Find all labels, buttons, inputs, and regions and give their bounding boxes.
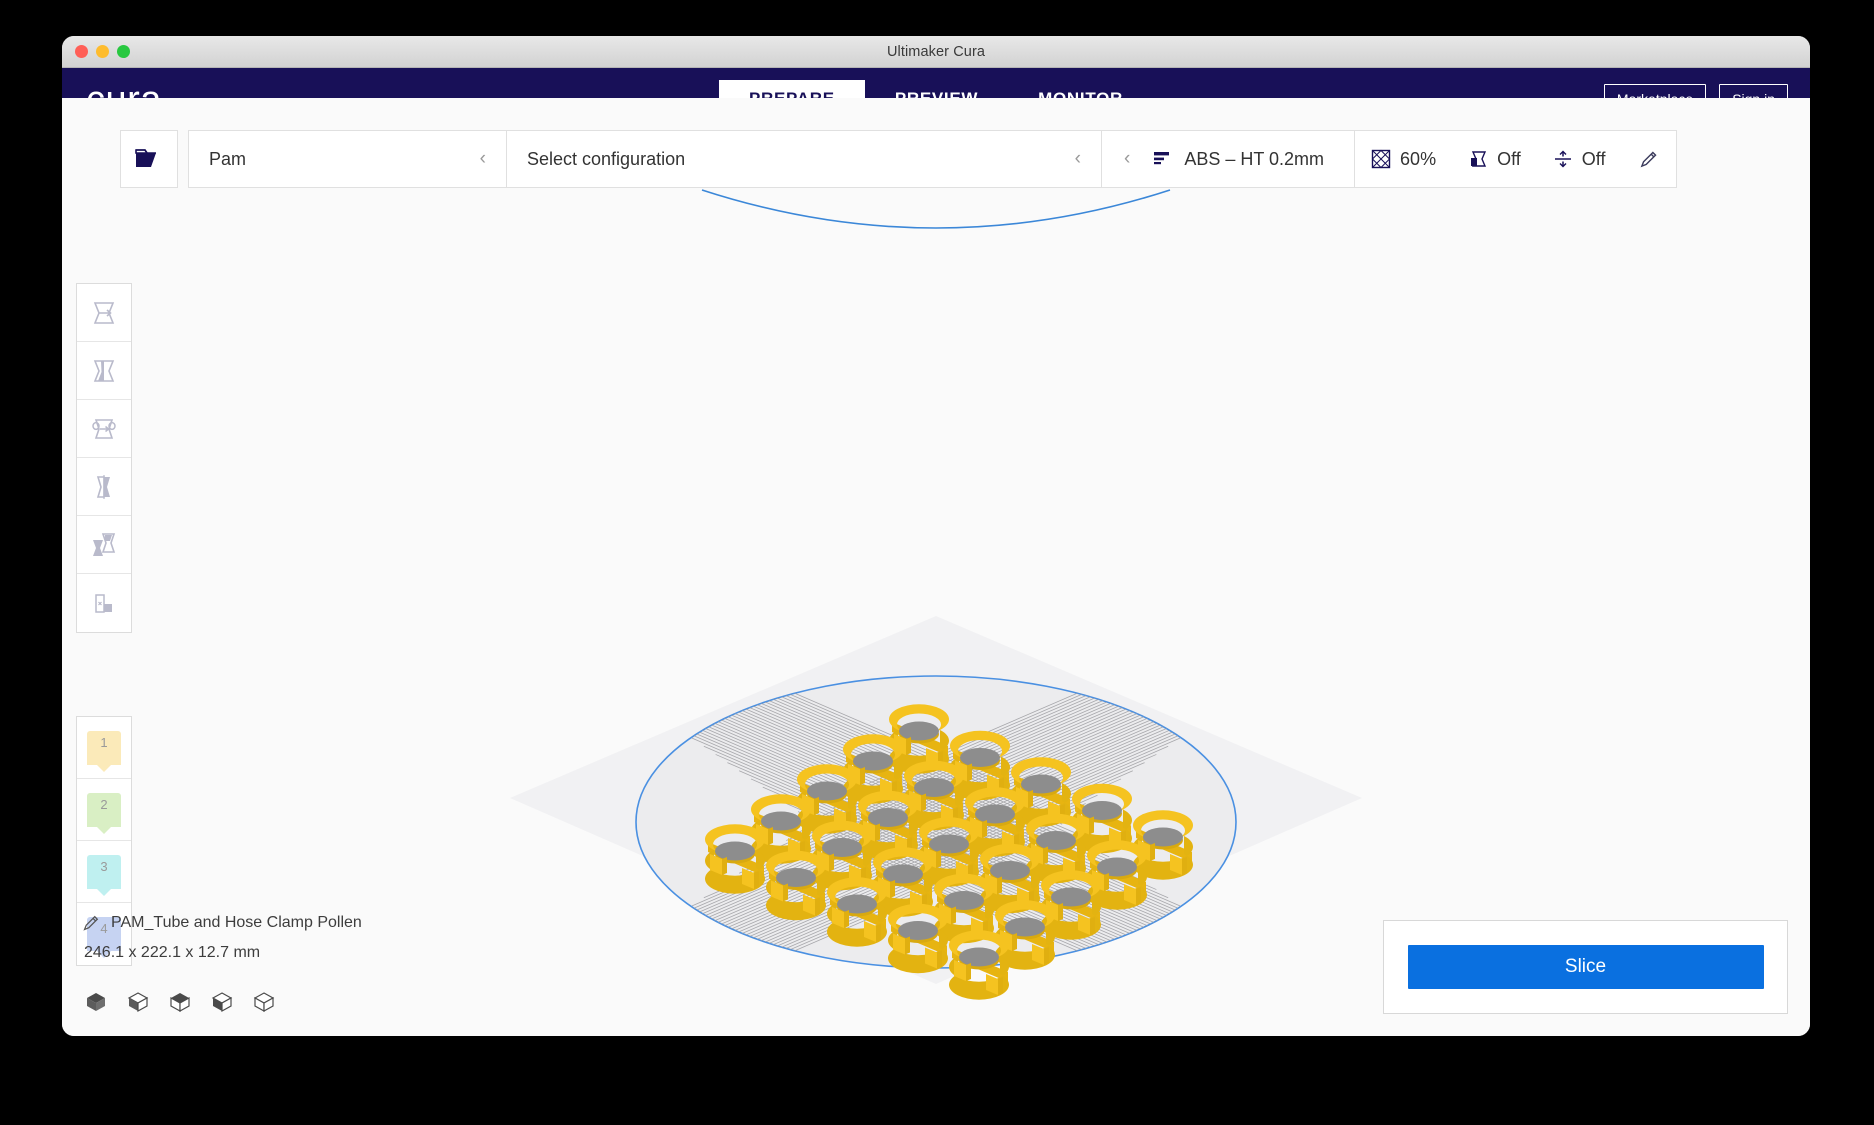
extruder-number-1: 1 [100, 734, 108, 750]
print-settings-selector[interactable]: ‹ ABS – HT 0.2mm [1102, 131, 1356, 187]
scale-tool[interactable] [77, 342, 131, 400]
window-titlebar: Ultimaker Cura [62, 36, 1810, 68]
model-name: PAM_Tube and Hose Clamp Pollen [111, 914, 362, 931]
print-profile-label: ABS – HT 0.2mm [1184, 148, 1325, 169]
support-value: Off [1497, 148, 1521, 169]
adhesion-setting[interactable]: Off [1537, 131, 1622, 187]
printer-name: Pam [209, 148, 247, 169]
extruder-button-3[interactable]: 3 [77, 841, 131, 903]
chevron-left-icon: ‹ [479, 148, 486, 169]
model-name-row: PAM_Tube and Hose Clamp Pollen [82, 914, 362, 932]
support-icon [1468, 149, 1488, 169]
rotate-icon [92, 418, 116, 439]
extruder-button-2[interactable]: 2 [77, 779, 131, 841]
pencil-icon[interactable] [82, 915, 99, 932]
support-setting[interactable]: Off [1452, 131, 1537, 187]
window-title: Ultimaker Cura [886, 43, 986, 60]
extruder-button-1[interactable]: 1 [77, 717, 131, 779]
configuration-toolbar: Pam ‹ Select configuration ‹ ‹ ABS – HT … [62, 130, 1810, 190]
camera-view-buttons [84, 990, 362, 1014]
view-top-icon[interactable] [168, 990, 192, 1014]
view-left-icon[interactable] [210, 990, 234, 1014]
model-dimensions: 246.1 x 222.1 x 12.7 mm [84, 944, 261, 961]
extruder-number-3: 3 [100, 858, 108, 874]
adhesion-icon [1553, 149, 1573, 169]
move-icon [93, 301, 115, 324]
adhesion-value: Off [1581, 148, 1606, 169]
model-tools-panel [76, 283, 132, 633]
scale-icon [93, 359, 115, 382]
per-model-settings-tool[interactable] [77, 516, 131, 574]
screen-root: Ultimaker Cura cura . PREPARE PREVIEW MO… [0, 0, 1874, 1125]
model-info-panel: PAM_Tube and Hose Clamp Pollen 246.1 x 2… [82, 914, 362, 1014]
action-panel: Slice [1383, 920, 1788, 1014]
support-blocker-icon [95, 594, 112, 613]
view-right-icon[interactable] [252, 990, 276, 1014]
chevron-left-icon: ‹ [1074, 148, 1081, 169]
mirror-tool[interactable] [77, 458, 131, 516]
chevron-left-icon: ‹ [1124, 148, 1131, 169]
slice-button[interactable]: Slice [1407, 945, 1764, 989]
build-volume-top-arc [701, 189, 1171, 229]
build-plate-scene [510, 189, 1362, 1000]
infill-icon [1371, 149, 1391, 169]
view-front-icon[interactable] [126, 990, 150, 1014]
infill-setting[interactable]: 60% [1355, 131, 1452, 187]
edit-settings-button[interactable] [1621, 131, 1676, 187]
pencil-icon [1641, 150, 1657, 167]
move-tool[interactable] [77, 284, 131, 342]
extruder-badge-3: 3 [87, 854, 121, 889]
open-file-button[interactable] [120, 130, 178, 188]
configuration-pill: Pam ‹ Select configuration ‹ ‹ ABS – HT … [188, 130, 1678, 188]
print-quality-icon [1152, 150, 1172, 168]
3d-viewport[interactable]: 1 2 3 4 PAM_Tube and Hose Clamp Pollen 2… [62, 98, 1810, 1036]
support-blocker-tool[interactable] [77, 574, 131, 632]
per-model-settings-icon [93, 532, 116, 556]
extruder-number-2: 2 [100, 796, 108, 812]
mirror-icon [96, 474, 110, 499]
extruder-badge-2: 2 [87, 792, 121, 827]
rotate-tool[interactable] [77, 400, 131, 458]
configuration-selector[interactable]: Select configuration ‹ [507, 131, 1102, 187]
open-folder-icon [135, 149, 156, 167]
extruder-badge-1: 1 [87, 730, 121, 765]
application-window: Ultimaker Cura cura . PREPARE PREVIEW MO… [62, 36, 1810, 1036]
printer-selector[interactable]: Pam ‹ [189, 131, 507, 187]
view-3d-icon[interactable] [84, 990, 108, 1014]
infill-value: 60% [1400, 148, 1437, 169]
configuration-label: Select configuration [527, 148, 686, 169]
